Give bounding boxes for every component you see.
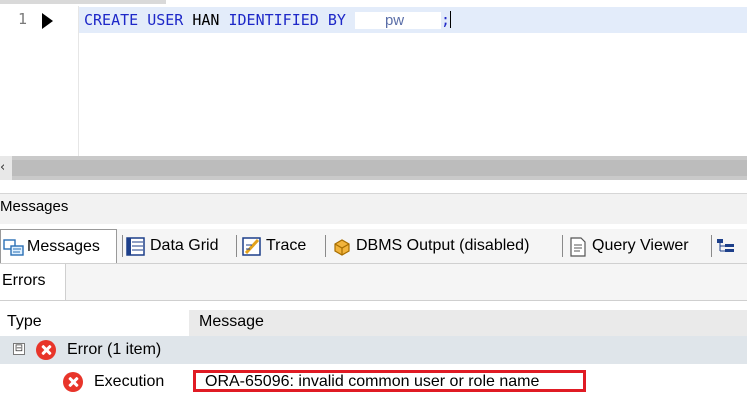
tab-trace[interactable]: Trace xyxy=(242,229,306,263)
current-line-arrow-icon xyxy=(42,13,53,29)
keyword-identified: IDENTIFIED xyxy=(228,11,319,29)
data-grid-icon xyxy=(126,237,145,256)
messages-icon xyxy=(3,238,24,256)
username-identifier: HAN xyxy=(192,11,220,29)
scroll-left-arrow-icon[interactable]: ‹ xyxy=(0,156,12,180)
tab-data-grid[interactable]: Data Grid xyxy=(126,229,218,263)
column-header-message[interactable]: Message xyxy=(199,313,264,331)
query-viewer-icon xyxy=(568,237,586,257)
horizontal-scrollbar[interactable]: ‹ xyxy=(0,156,747,180)
password-value: pw xyxy=(354,12,441,29)
tree-view-icon xyxy=(716,237,734,255)
line-number: 1 xyxy=(18,10,28,28)
error-icon xyxy=(36,340,56,360)
toolbar-separator xyxy=(122,235,123,257)
tab-messages-label: Messages xyxy=(27,237,100,255)
tab-dbms-output[interactable]: DBMS Output (disabled) xyxy=(332,229,529,263)
error-icon xyxy=(63,372,83,392)
tab-messages[interactable]: Messages xyxy=(0,229,117,263)
tab-query-viewer[interactable]: Query Viewer xyxy=(568,229,689,263)
toolbar-separator xyxy=(711,235,712,257)
tab-trace-label: Trace xyxy=(266,237,307,254)
statement-terminator: ; xyxy=(440,11,450,29)
toolbar-separator xyxy=(562,235,563,257)
toolbar-separator xyxy=(236,235,237,257)
error-group-label: Error (1 item) xyxy=(67,341,162,358)
code-line-1[interactable]: CREATE USER HAN IDENTIFIED BY pw; xyxy=(84,11,451,29)
toolbar-separator xyxy=(325,235,326,257)
dbms-output-icon xyxy=(332,237,350,256)
messages-panel-title: Messages xyxy=(0,198,69,215)
keyword-create: CREATE xyxy=(84,11,139,29)
messages-panel-header xyxy=(0,193,747,224)
row-message: ORA-65096: invalid common user or role n… xyxy=(205,373,540,390)
error-group-row[interactable]: ⊟ Error (1 item) xyxy=(0,336,747,364)
editor-tab-strip xyxy=(0,0,166,4)
trace-icon xyxy=(242,237,261,256)
tab-data-grid-label: Data Grid xyxy=(150,237,219,254)
output-tabs-toolbar: Messages Data Grid Trace DBMS Output (di… xyxy=(0,229,747,264)
tab-query-viewer-label: Query Viewer xyxy=(592,237,689,254)
subtab-errors[interactable]: Errors xyxy=(0,264,66,300)
tab-dbms-output-label: DBMS Output (disabled) xyxy=(356,237,530,254)
messages-grid-header: Type Message xyxy=(0,310,747,336)
keyword-user: USER xyxy=(147,11,184,29)
toolbar-overflow-button[interactable] xyxy=(716,229,740,263)
row-type: Execution xyxy=(94,373,165,390)
line-gutter: 1 xyxy=(0,6,79,156)
column-header-type[interactable]: Type xyxy=(7,313,42,331)
errors-subtab-bar: Errors xyxy=(0,264,747,301)
keyword-by: BY xyxy=(327,11,346,29)
table-row[interactable]: Execution ORA-65096: invalid common user… xyxy=(0,368,747,396)
text-cursor xyxy=(449,11,451,28)
collapse-toggle-icon[interactable]: ⊟ xyxy=(13,343,25,355)
sql-editor[interactable]: 1 CREATE USER HAN IDENTIFIED BY pw; xyxy=(0,6,747,156)
scrollbar-thumb[interactable] xyxy=(12,160,747,176)
column-header-message-bg xyxy=(189,310,747,336)
